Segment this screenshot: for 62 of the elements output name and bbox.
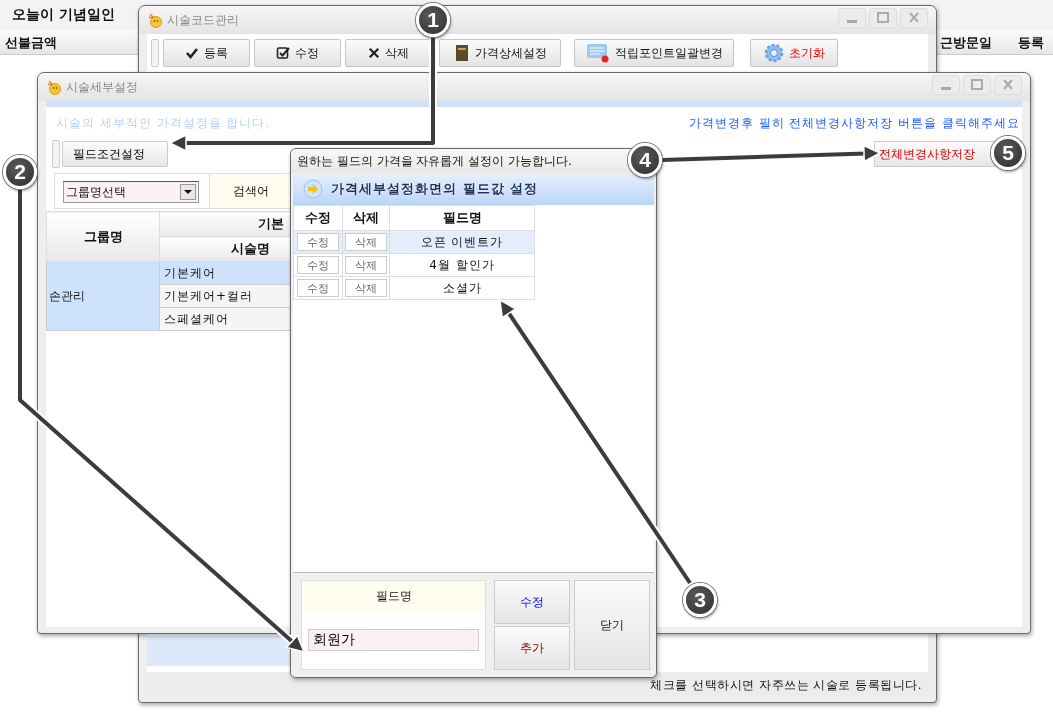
column-header: 등록 [1018,34,1044,52]
delete-row-button[interactable]: 삭제 [345,233,387,251]
smiley-icon [46,79,62,95]
cross-icon [368,47,380,59]
close-icon[interactable] [900,8,928,28]
delete-row-button[interactable]: 삭제 [345,256,387,274]
field-name-input[interactable]: 회원가 [308,629,479,651]
table-cell[interactable]: 기본케어 [159,261,291,285]
dialog-button[interactable]: 수정 [494,580,570,624]
toolbar-grip[interactable] [151,39,159,67]
dialog-heading: 가격세부설정화면의 필드값 설정 [331,180,539,198]
table-cell: 손관리 [46,261,160,331]
dialog-button[interactable]: 닫기 [574,580,650,670]
minimize-icon[interactable] [838,8,866,28]
toolbar-button[interactable]: 초기화 [750,39,838,67]
column-header: 선불금액 [5,34,57,52]
toolbar-button[interactable]: 가격상세설정 [439,39,561,67]
gear-icon [763,43,784,63]
table-cell[interactable]: 스페셜케어 [159,307,291,331]
edit-row-button[interactable]: 수정 [297,279,339,297]
step-number-badge: 2 [3,155,37,189]
column-header: 기본 [159,211,291,237]
dialog-button[interactable]: 추가 [494,626,570,670]
table-cell[interactable]: 소셜가 [389,276,535,300]
notice-text: 가격변경후 필히 전체변경사항저장 버튼을 클릭해주세요 [688,115,1020,132]
window-title: 시술코드관리 [167,11,239,29]
hint-text: 원하는 필드의 가격을 자유롭게 설정이 가능합니다. [297,152,572,170]
edit-row-button[interactable]: 수정 [297,233,339,251]
checkbox-icon [276,46,290,60]
table-cell[interactable]: 4월 할인가 [389,253,535,277]
checkmark-icon [185,46,199,60]
card-icon [585,43,610,63]
window-title: 시술세부설정 [66,78,138,96]
document-icon [453,44,470,62]
toolbar-button[interactable]: 수정 [254,39,341,67]
column-header: 시술명 [159,236,291,262]
group-dropdown[interactable]: 그룹명선택 [63,181,199,203]
table-cell[interactable]: 기본케어+컬러 [159,284,291,308]
search-label: 검색어 [209,174,291,208]
toolbar-button[interactable]: 삭제 [345,39,432,67]
toolbar-button[interactable]: 적립포인트일괄변경 [574,39,734,67]
status-text: 체크를 선택하시면 자주쓰는 시술로 등록됩니다. [650,677,922,694]
table-cell[interactable]: 오픈 이벤트가 [389,230,535,254]
column-header: 그룹명 [46,211,160,262]
maximize-icon[interactable] [963,75,991,95]
column-header: 필드명 [389,205,535,231]
description-text: 시술의 세부적인 가격설정을 합니다. [56,115,271,132]
field-label: 필드명 [302,581,485,611]
toolbar-grip[interactable] [52,140,60,168]
field-settings-button[interactable]: 필드조건설정 [62,141,168,167]
column-header: 근방문일 [940,34,992,52]
arrow-right-icon [303,179,323,199]
smiley-icon [147,12,163,28]
delete-row-button[interactable]: 삭제 [345,279,387,297]
column-header: 삭제 [342,205,390,231]
marquee-text: 오늘이 기념일인 [12,6,115,24]
maximize-icon[interactable] [869,8,897,28]
column-header: 수정 [293,205,343,231]
close-icon[interactable] [994,75,1022,95]
minimize-icon[interactable] [932,75,960,95]
toolbar-button[interactable]: 등록 [163,39,250,67]
edit-row-button[interactable]: 수정 [297,256,339,274]
